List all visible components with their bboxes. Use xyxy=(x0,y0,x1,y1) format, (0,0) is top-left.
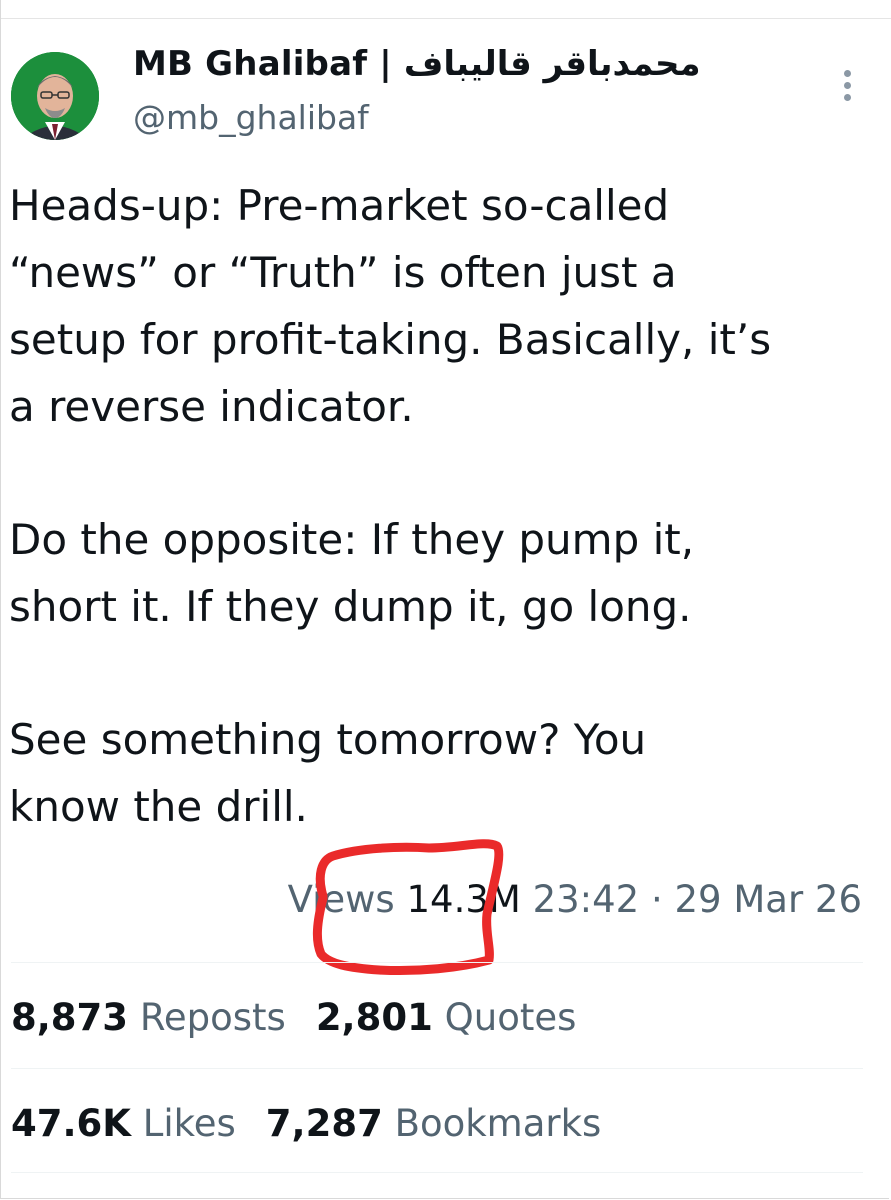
views-label: Views xyxy=(287,878,395,921)
reposts-count: 8,873 xyxy=(11,996,129,1039)
display-name[interactable]: MB Ghalibaf | محمدباقر قالیباف xyxy=(133,44,701,84)
more-vertical-icon[interactable] xyxy=(837,70,857,106)
tweet-paragraph: Do the opposite: If they pump it, short … xyxy=(9,515,695,631)
quotes-count: 2,801 xyxy=(315,996,433,1039)
divider xyxy=(11,1068,863,1069)
likes-stat[interactable]: 47.6K Likes xyxy=(11,1102,236,1145)
tweet-card: MB Ghalibaf | محمدباقر قالیباف @mb_ghali… xyxy=(0,0,891,1199)
tweet-text: Heads-up: Pre-market so-called “news” or… xyxy=(9,172,879,840)
divider xyxy=(11,962,863,963)
tweet-time[interactable]: 23:42 xyxy=(533,878,640,921)
reposts-stat[interactable]: 8,873 Reposts xyxy=(11,996,286,1039)
views-count[interactable]: 14.3M xyxy=(406,878,520,921)
likes-label: Likes xyxy=(142,1102,236,1145)
tweet-meta: Views 14.3M 23:42 · 29 Mar 26 xyxy=(288,878,862,921)
like-bookmark-stats: 47.6K Likes 7,287 Bookmarks xyxy=(11,1102,601,1145)
bookmarks-stat[interactable]: 7,287 Bookmarks xyxy=(266,1102,602,1145)
bookmarks-count: 7,287 xyxy=(265,1102,383,1145)
profile-photo xyxy=(11,52,99,140)
likes-count: 47.6K xyxy=(11,1102,131,1145)
quotes-stat[interactable]: 2,801 Quotes xyxy=(316,996,577,1039)
meta-separator: · xyxy=(650,878,663,921)
repost-quote-stats: 8,873 Reposts 2,801 Quotes xyxy=(11,996,576,1039)
quotes-label: Quotes xyxy=(444,996,577,1039)
avatar[interactable] xyxy=(11,52,99,140)
divider xyxy=(11,1172,863,1173)
tweet-date[interactable]: 29 Mar 26 xyxy=(675,878,863,921)
tweet-paragraph: See something tomorrow? You know the dri… xyxy=(9,715,647,831)
bookmarks-label: Bookmarks xyxy=(394,1102,602,1145)
top-divider xyxy=(1,18,891,19)
user-handle[interactable]: @mb_ghalibaf xyxy=(133,98,369,137)
tweet-paragraph: Heads-up: Pre-market so-called “news” or… xyxy=(9,181,772,431)
reposts-label: Reposts xyxy=(139,996,286,1039)
